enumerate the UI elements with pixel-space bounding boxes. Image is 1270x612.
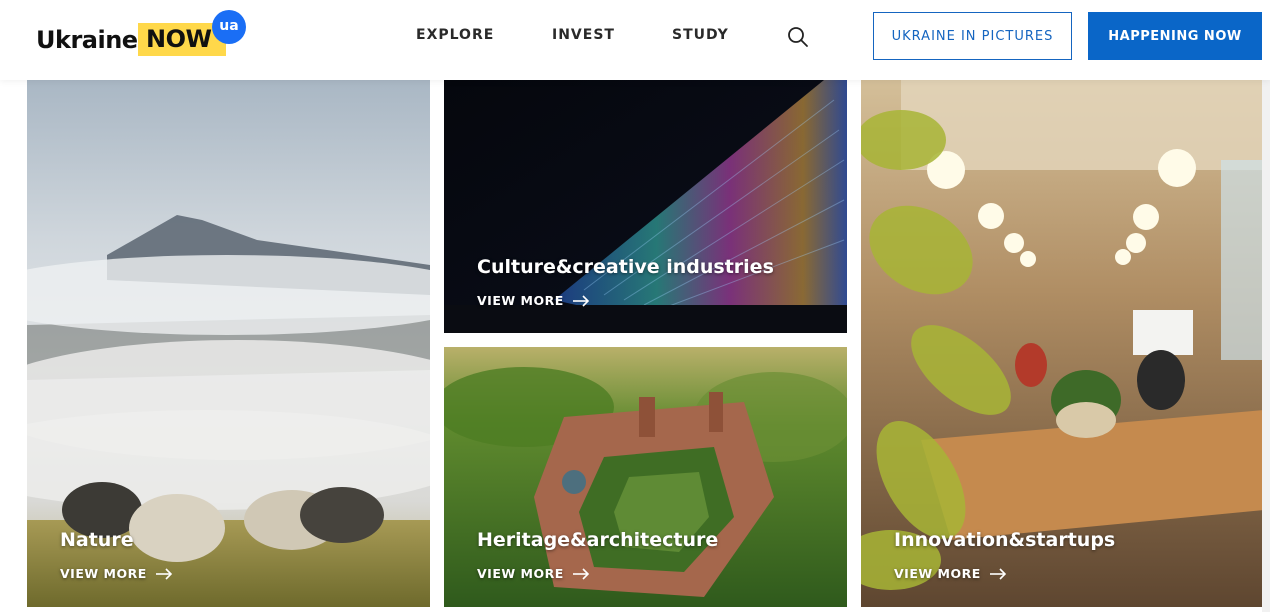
tile-title: Nature	[60, 529, 134, 551]
view-more-link[interactable]: VIEW MORE	[477, 293, 590, 308]
arrow-right-icon	[989, 567, 1006, 580]
tile-title: Culture&creative industries	[477, 256, 774, 278]
arrow-right-icon	[572, 567, 589, 580]
view-more-label: VIEW MORE	[477, 293, 564, 308]
logo-word: Ukraine	[36, 26, 138, 54]
view-more-label: VIEW MORE	[60, 566, 147, 581]
site-logo[interactable]: Ukraine NOW ua	[34, 10, 254, 70]
nature-image	[27, 80, 430, 607]
nav-study[interactable]: STUDY	[672, 27, 729, 43]
arrow-right-icon	[572, 294, 589, 307]
tile-heritage[interactable]: Heritage&architecture VIEW MORE	[444, 347, 847, 607]
innovation-image	[861, 80, 1264, 607]
tile-title: Innovation&startups	[894, 529, 1116, 551]
nav-explore[interactable]: EXPLORE	[416, 27, 494, 43]
search-icon[interactable]	[786, 25, 810, 49]
view-more-label: VIEW MORE	[894, 566, 981, 581]
arrow-right-icon	[155, 567, 172, 580]
tile-title: Heritage&architecture	[477, 529, 719, 551]
tile-innovation[interactable]: Innovation&startups VIEW MORE	[861, 80, 1264, 607]
view-more-link[interactable]: VIEW MORE	[477, 566, 590, 581]
view-more-label: VIEW MORE	[477, 566, 564, 581]
scrollbar[interactable]	[1262, 0, 1270, 612]
view-more-link[interactable]: VIEW MORE	[60, 566, 173, 581]
happening-now-button[interactable]: HAPPENING NOW	[1088, 12, 1262, 60]
nav-invest[interactable]: INVEST	[552, 27, 615, 43]
tile-nature[interactable]: Nature VIEW MORE	[27, 80, 430, 607]
ukraine-in-pictures-button[interactable]: UKRAINE IN PICTURES	[873, 12, 1072, 60]
tile-culture[interactable]: Culture&creative industries VIEW MORE	[444, 80, 847, 333]
logo-badge: ua	[212, 10, 246, 44]
view-more-link[interactable]: VIEW MORE	[894, 566, 1007, 581]
site-header: Ukraine NOW ua EXPLORE INVEST STUDY UKRA…	[0, 0, 1270, 80]
